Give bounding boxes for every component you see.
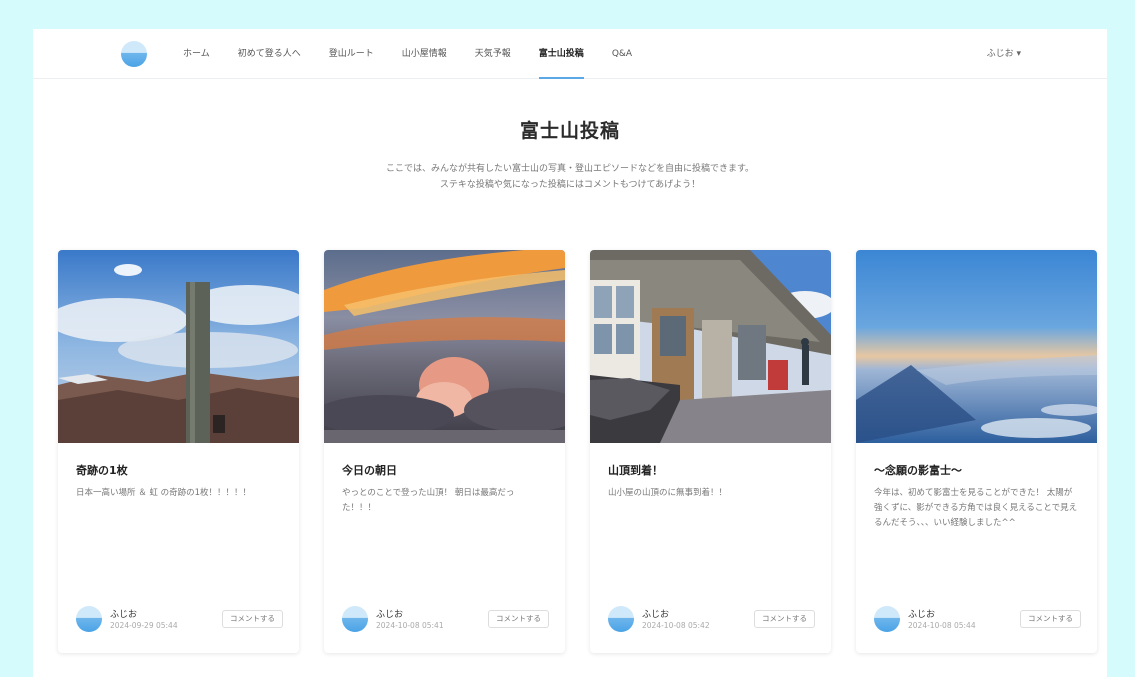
page: ホーム 初めて登る人へ 登山ルート 山小屋情報 天気予報 富士山投稿 Q&A ふ… (33, 29, 1107, 677)
comment-button[interactable]: コメントする (1020, 610, 1081, 628)
navbar: ホーム 初めて登る人へ 登山ルート 山小屋情報 天気予報 富士山投稿 Q&A ふ… (33, 29, 1107, 79)
page-title: 富士山投稿 (519, 120, 620, 142)
post-title: 奇跡の1枚 (76, 464, 128, 477)
post-photo-summit-marker[interactable] (58, 250, 299, 443)
post-card[interactable]: 山頂到着！ 山小屋の山頂のに無事到着！！ ふじお 2024-10-08 05:4… (590, 250, 831, 653)
nav-item-huts[interactable]: 山小屋情報 (402, 29, 447, 79)
main-nav: ホーム 初めて登る人へ 登山ルート 山小屋情報 天気予報 富士山投稿 Q&A (183, 29, 660, 79)
avatar (342, 606, 368, 632)
post-date: 2024-09-29 05:44 (110, 621, 178, 630)
post-photo-shadow-fuji[interactable] (856, 250, 1097, 443)
avatar (874, 606, 900, 632)
nav-item-routes[interactable]: 登山ルート (329, 29, 374, 79)
avatar (76, 606, 102, 632)
post-author: ふじお (376, 610, 404, 620)
post-title: 今日の朝日 (342, 464, 397, 477)
post-date: 2024-10-08 05:42 (642, 621, 710, 630)
post-text: 日本一高い場所 ＆ 虹 の奇跡の1枚！！！！！ (76, 488, 252, 498)
user-menu-dropdown[interactable]: ふじお ▾ (987, 29, 1021, 79)
page-description: ここでは、みんなが共有したい富士山の写真・登山エピソードなどを自由に投稿できます… (33, 161, 1107, 193)
post-text: 今年は、初めて影富士を見ることができた！ 太陽が強くずに、影ができる方角では良く… (874, 488, 1078, 528)
post-text: 山小屋の山頂のに無事到着！！ (608, 488, 728, 498)
post-footer: ふじお 2024-10-08 05:41 コメントする (342, 605, 549, 633)
post-author: ふじお (110, 610, 138, 620)
nav-item-weather[interactable]: 天気予報 (475, 29, 511, 79)
post-photo-sunrise[interactable] (324, 250, 565, 443)
post-card-list: 奇跡の1枚 日本一高い場所 ＆ 虹 の奇跡の1枚！！！！！ ふじお 2024-0… (58, 250, 1107, 653)
comment-button[interactable]: コメントする (754, 610, 815, 628)
post-card[interactable]: 〜念願の影富士〜 今年は、初めて影富士を見ることができた！ 太陽が強くずに、影が… (856, 250, 1097, 653)
post-card[interactable]: 今日の朝日 やっとのことで登った山頂！ 朝日は最高だった！！！ ふじお 2024… (324, 250, 565, 653)
post-card[interactable]: 奇跡の1枚 日本一高い場所 ＆ 虹 の奇跡の1枚！！！！！ ふじお 2024-0… (58, 250, 299, 653)
comment-button[interactable]: コメントする (488, 610, 549, 628)
nav-item-fuji-posts[interactable]: 富士山投稿 (538, 29, 584, 79)
nav-item-home[interactable]: ホーム (183, 29, 210, 79)
mountain-logo-icon[interactable] (121, 41, 147, 67)
post-photo-summit-hut[interactable] (590, 250, 831, 443)
post-footer: ふじお 2024-09-29 05:44 コメントする (76, 605, 283, 633)
post-title: 〜念願の影富士〜 (874, 464, 962, 477)
post-text: やっとのことで登った山頂！ 朝日は最高だった！！！ (342, 488, 515, 513)
post-footer: ふじお 2024-10-08 05:42 コメントする (608, 605, 815, 633)
avatar (608, 606, 634, 632)
description-line-1: ここでは、みんなが共有したい富士山の写真・登山エピソードなどを自由に投稿できます… (385, 164, 755, 174)
nav-item-qa[interactable]: Q&A (612, 29, 632, 79)
post-author: ふじお (642, 610, 670, 620)
nav-item-beginners[interactable]: 初めて登る人へ (238, 29, 301, 79)
post-title: 山頂到着！ (608, 464, 663, 477)
description-line-2: ステキな投稿や気になった投稿にはコメントもつけてあげよう！ (439, 180, 701, 190)
post-date: 2024-10-08 05:41 (376, 621, 444, 630)
comment-button[interactable]: コメントする (222, 610, 283, 628)
post-footer: ふじお 2024-10-08 05:44 コメントする (874, 605, 1081, 633)
post-author: ふじお (908, 610, 936, 620)
post-date: 2024-10-08 05:44 (908, 621, 976, 630)
